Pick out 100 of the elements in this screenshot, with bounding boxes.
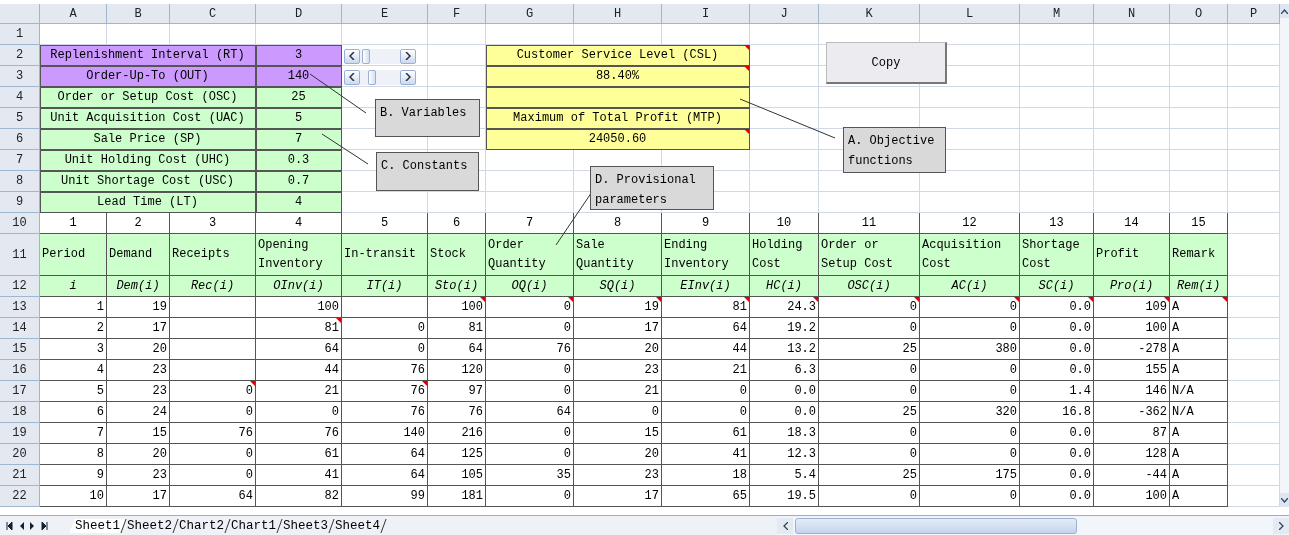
row-header[interactable]: 14: [0, 318, 40, 339]
row-header[interactable]: 4: [0, 87, 40, 108]
table-cell: -44: [1094, 465, 1170, 486]
row-header[interactable]: 13: [0, 297, 40, 318]
row-header[interactable]: 7: [0, 150, 40, 171]
column-symbol: i: [40, 276, 107, 297]
table-cell: 0: [819, 318, 920, 339]
objective-cell: Customer Service Level (CSL): [486, 45, 750, 66]
column-header[interactable]: O: [1170, 4, 1228, 24]
column-header[interactable]: B: [107, 4, 170, 24]
sheet-tab[interactable]: Chart1: [225, 519, 283, 533]
column-header[interactable]: C: [170, 4, 256, 24]
vertical-scrollbar[interactable]: [1280, 4, 1289, 507]
row-header[interactable]: 18: [0, 402, 40, 423]
parameter-label: Order or Setup Cost (OSC): [40, 87, 256, 108]
column-header[interactable]: I: [662, 4, 750, 24]
row-header[interactable]: 3: [0, 66, 40, 87]
row-header[interactable]: 11: [0, 234, 40, 276]
table-cell: 41: [256, 465, 342, 486]
table-cell: 24.3: [750, 297, 819, 318]
last-sheet-icon[interactable]: [41, 522, 48, 530]
row-header[interactable]: 16: [0, 360, 40, 381]
column-header[interactable]: A: [40, 4, 107, 24]
column-header[interactable]: H: [574, 4, 662, 24]
column-header: Holding Cost: [750, 234, 819, 276]
row-header[interactable]: 10: [0, 213, 40, 234]
table-cell: 76: [342, 360, 428, 381]
column-header[interactable]: J: [750, 4, 819, 24]
sheet-tab[interactable]: Sheet3: [277, 519, 335, 533]
parameter-value: 0.7: [256, 171, 342, 192]
table-cell: 23: [574, 360, 662, 381]
column-symbol: EInv(i): [662, 276, 750, 297]
table-cell: 0.0: [1020, 297, 1094, 318]
column-header[interactable]: D: [256, 4, 342, 24]
table-cell: 87: [1094, 423, 1170, 444]
table-cell: 0.0: [1020, 486, 1094, 507]
sheet-tab[interactable]: Chart2: [173, 519, 231, 533]
previous-sheet-icon[interactable]: [19, 522, 24, 530]
table-cell: 0: [486, 360, 574, 381]
row-header[interactable]: 8: [0, 171, 40, 192]
copy-button[interactable]: Copy: [826, 42, 947, 84]
column-header: Profit: [1094, 234, 1170, 276]
table-cell: 175: [920, 465, 1020, 486]
row-header[interactable]: 19: [0, 423, 40, 444]
column-header[interactable]: M: [1020, 4, 1094, 24]
table-cell: 6.3: [750, 360, 819, 381]
table-cell: N/A: [1170, 381, 1228, 402]
column-header[interactable]: K: [819, 4, 920, 24]
table-cell: 100: [256, 297, 342, 318]
table-cell: 0: [342, 339, 428, 360]
table-cell: 0: [920, 360, 1020, 381]
table-cell: 380: [920, 339, 1020, 360]
table-cell: 64: [342, 444, 428, 465]
column-header[interactable]: N: [1094, 4, 1170, 24]
column-header[interactable]: P: [1228, 4, 1280, 24]
column-header: Opening Inventory: [256, 234, 342, 276]
table-cell: 44: [662, 339, 750, 360]
row-header[interactable]: 2: [0, 45, 40, 66]
row-header[interactable]: 12: [0, 276, 40, 297]
sheet-tab[interactable]: Sheet1: [69, 519, 127, 533]
row-header[interactable]: 17: [0, 381, 40, 402]
parameter-value: 0.3: [256, 150, 342, 171]
table-cell: 0: [662, 381, 750, 402]
next-sheet-icon[interactable]: [30, 522, 35, 530]
row-header[interactable]: 6: [0, 129, 40, 150]
table-cell: 61: [256, 444, 342, 465]
table-cell: 64: [256, 339, 342, 360]
row-header[interactable]: 5: [0, 108, 40, 129]
table-cell: 19: [574, 297, 662, 318]
table-cell: 64: [170, 486, 256, 507]
row-header[interactable]: 21: [0, 465, 40, 486]
table-cell: 0: [920, 318, 1020, 339]
table-cell: 10: [40, 486, 107, 507]
leader-line: [321, 133, 369, 165]
row-header[interactable]: 20: [0, 444, 40, 465]
column-header: Receipts: [170, 234, 256, 276]
column-header[interactable]: E: [342, 4, 428, 24]
table-cell: 16.8: [1020, 402, 1094, 423]
empty-cell: [750, 171, 819, 192]
spinner-control[interactable]: [344, 69, 416, 85]
parameter-value: 3: [256, 45, 342, 66]
column-symbol: Rec(i): [170, 276, 256, 297]
spinner-control[interactable]: [344, 48, 416, 64]
first-sheet-icon[interactable]: [6, 522, 13, 530]
column-header[interactable]: F: [428, 4, 486, 24]
table-cell: 19.5: [750, 486, 819, 507]
row-header[interactable]: 9: [0, 192, 40, 213]
sheet-tab[interactable]: Sheet4: [329, 519, 387, 533]
column-header[interactable]: L: [920, 4, 1020, 24]
table-cell: 0: [920, 297, 1020, 318]
sheet-tab[interactable]: Sheet2: [121, 519, 179, 533]
parameter-value: 25: [256, 87, 342, 108]
row-header[interactable]: 1: [0, 24, 40, 45]
row-header[interactable]: 15: [0, 339, 40, 360]
column-header[interactable]: G: [486, 4, 574, 24]
objective-cell: 88.40%: [486, 66, 750, 87]
table-cell: 0.0: [750, 381, 819, 402]
horizontal-scrollbar[interactable]: [777, 517, 1289, 535]
row-header[interactable]: 22: [0, 486, 40, 507]
table-cell: 0: [486, 486, 574, 507]
